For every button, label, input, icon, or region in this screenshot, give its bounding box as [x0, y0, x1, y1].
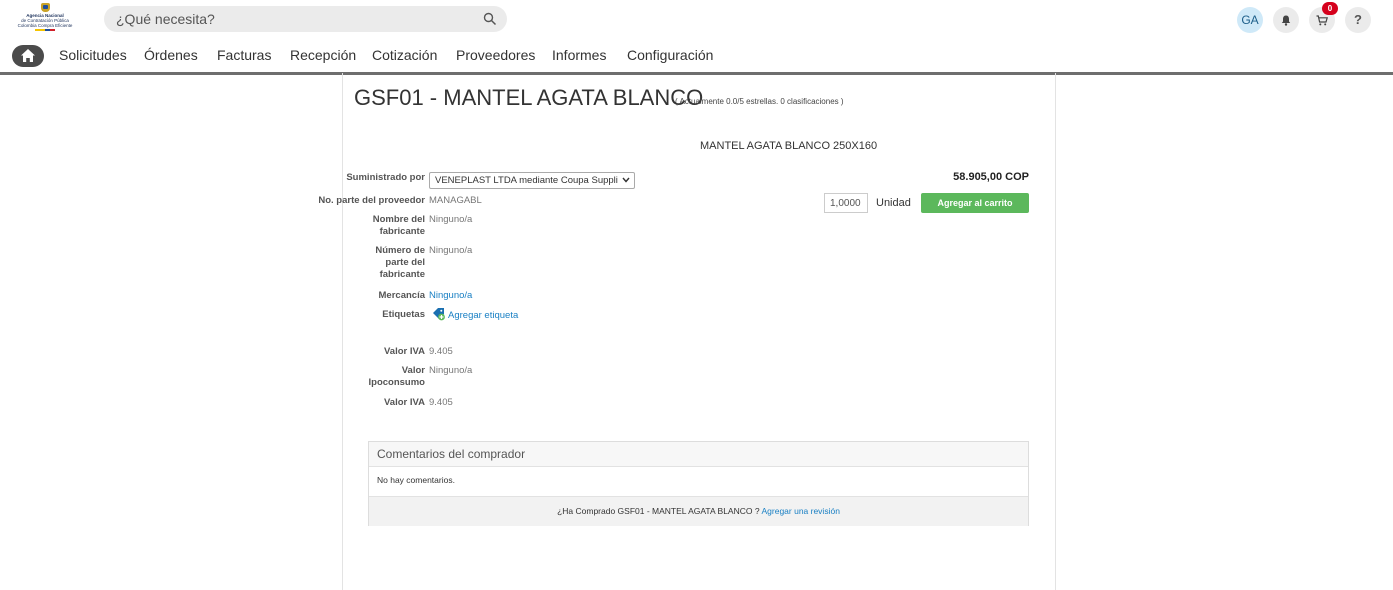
bell-icon [1281, 15, 1291, 26]
unit-label: Unidad [876, 197, 911, 209]
coat-of-arms-icon [40, 3, 50, 12]
user-avatar[interactable]: GA [1237, 7, 1263, 33]
supplier-select[interactable]: VENEPLAST LTDA mediante Coupa Suppli [429, 172, 635, 189]
iva2-label: Valor IVA [383, 397, 425, 408]
nav-cotizacion[interactable]: Cotización [372, 47, 437, 63]
logo-line-3: Colombia Compra Eficiente [17, 23, 73, 28]
review-question: ¿Ha Comprado GSF01 - MANTEL AGATA BLANCO… [557, 506, 760, 516]
manufacturer-part-label-line: fabricante [379, 269, 425, 280]
help-button[interactable]: ? [1345, 7, 1371, 33]
product-title: GSF01 - MANTEL AGATA BLANCO [354, 85, 704, 110]
search-bar[interactable] [104, 6, 507, 32]
supplier-selected-value: VENEPLAST LTDA mediante Coupa Suppli [435, 175, 618, 186]
manufacturer-name-value: Ninguno/a [429, 214, 473, 225]
nav-solicitudes[interactable]: Solicitudes [59, 47, 127, 63]
ipoconsumo-label-line: Ipoconsumo [368, 377, 425, 388]
flag-stripe [35, 29, 55, 31]
ipoconsumo-label-line: Valor [401, 365, 425, 376]
ipoconsumo-label: Valor Ipoconsumo [369, 365, 425, 389]
quantity-input[interactable] [824, 193, 868, 213]
product-rating-text: ( Actualmente 0.0/5 estrellas. 0 clasifi… [675, 97, 844, 106]
no-comments-text: No hay comentarios. [377, 475, 455, 485]
iva2-value: 9.405 [429, 397, 453, 408]
search-input[interactable] [116, 6, 466, 32]
manufacturer-part-label: Número de parte del fabricante [375, 245, 425, 281]
manufacturer-part-label-line: Número de [375, 245, 425, 256]
agency-logo[interactable]: Agencia Nacional de Contratación Pública… [4, 3, 86, 35]
manufacturer-part-label-line: parte del [385, 257, 425, 268]
cart-icon [1316, 15, 1328, 26]
search-icon[interactable] [483, 12, 497, 26]
add-to-cart-button[interactable]: Agregar al carrito [921, 193, 1029, 213]
manufacturer-name-label-line: fabricante [379, 226, 425, 237]
comments-title: Comentarios del comprador [377, 447, 526, 461]
nav-recepcion[interactable]: Recepción [290, 47, 356, 63]
supplied-by-label: Suministrado por [346, 172, 425, 183]
iva-label: Valor IVA [383, 346, 425, 357]
home-button[interactable] [12, 45, 44, 67]
commodity-link[interactable]: Ninguno/a [429, 290, 472, 302]
ipoconsumo-value: Ninguno/a [429, 365, 473, 376]
notifications-button[interactable] [1273, 7, 1299, 33]
nav-configuracion[interactable]: Configuración [627, 47, 713, 63]
manufacturer-part-value: Ninguno/a [429, 245, 473, 256]
product-description: MANTEL AGATA BLANCO 250X160 [700, 140, 878, 152]
add-tag-link[interactable]: Agregar etiqueta [448, 310, 518, 321]
nav-ordenes[interactable]: Órdenes [144, 47, 198, 63]
commodity-label: Mercancía [378, 290, 425, 301]
tags-label: Etiquetas [382, 309, 425, 320]
comments-header: Comentarios del comprador [369, 442, 1028, 467]
iva-value: 9.405 [429, 346, 453, 357]
chevron-down-icon [622, 177, 630, 183]
tag-add-icon[interactable] [432, 307, 446, 321]
buyer-comments-panel: Comentarios del comprador No hay comenta… [368, 441, 1029, 526]
home-icon [21, 49, 35, 62]
cart-count-badge: 0 [1322, 2, 1338, 15]
manufacturer-name-label: Nombre del fabricante [373, 214, 425, 238]
product-price: 58.905,00 COP [953, 171, 1029, 183]
nav-proveedores[interactable]: Proveedores [456, 47, 535, 63]
comments-footer: ¿Ha Comprado GSF01 - MANTEL AGATA BLANCO… [369, 496, 1028, 526]
supplier-part-label: No. parte del proveedor [318, 195, 425, 206]
nav-facturas[interactable]: Facturas [217, 47, 271, 63]
add-review-link[interactable]: Agregar una revisión [761, 506, 839, 516]
manufacturer-name-label-line: Nombre del [372, 214, 425, 225]
nav-informes[interactable]: Informes [552, 47, 606, 63]
main-nav: Solicitudes Órdenes Facturas Recepción C… [0, 42, 1393, 75]
top-bar: Agencia Nacional de Contratación Pública… [0, 0, 1393, 38]
supplier-part-value: MANAGABL [429, 195, 482, 206]
